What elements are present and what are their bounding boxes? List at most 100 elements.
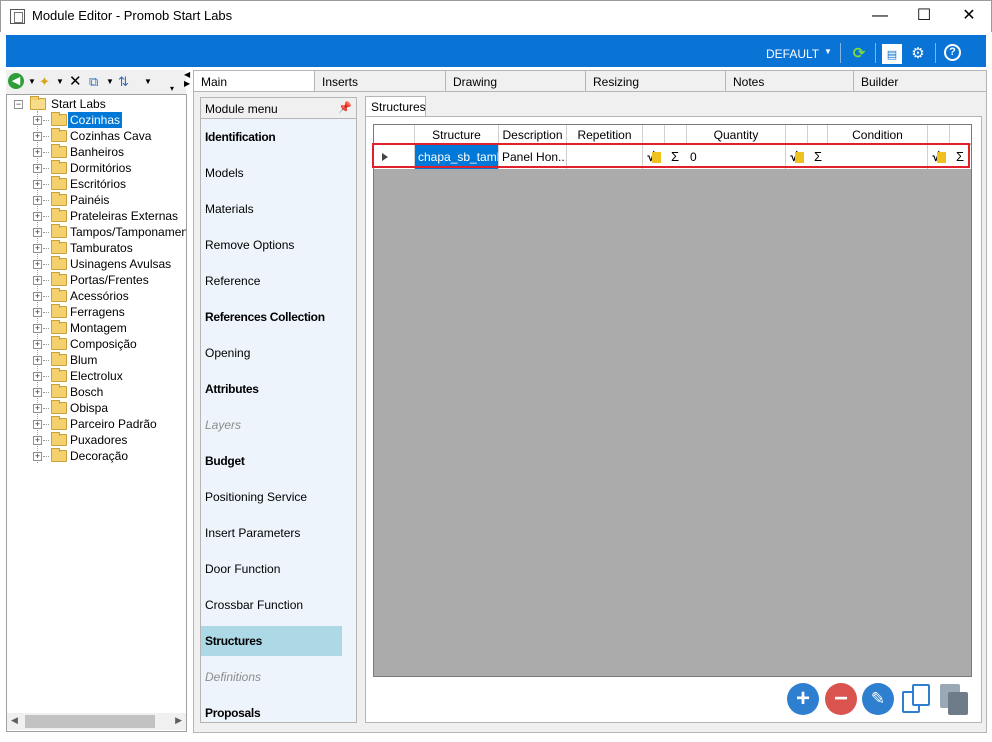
- tree-item-label: Painéis: [70, 193, 110, 207]
- minimize-button[interactable]: —: [857, 1, 903, 31]
- expand-icon[interactable]: +: [33, 308, 42, 317]
- expand-icon[interactable]: +: [33, 228, 42, 237]
- menu-item-crossbar-function[interactable]: Crossbar Function: [201, 590, 342, 620]
- menu-item-structures[interactable]: Structures: [201, 626, 342, 656]
- menu-item-reference[interactable]: Reference: [201, 266, 342, 296]
- tree-item-label: Acessórios: [70, 289, 129, 303]
- tree-item-label: Cozinhas Cava: [70, 129, 152, 143]
- column-formula: [928, 125, 950, 144]
- tab-inserts[interactable]: Inserts: [314, 70, 446, 92]
- chevron-down-icon[interactable]: ▼: [28, 73, 36, 91]
- close-button[interactable]: ✕: [946, 1, 992, 31]
- add-structure-button[interactable]: +: [787, 683, 819, 715]
- expand-icon[interactable]: +: [33, 132, 42, 141]
- menu-item-positioning-service[interactable]: Positioning Service: [201, 482, 342, 512]
- menu-item-materials[interactable]: Materials: [201, 194, 342, 224]
- expand-icon[interactable]: +: [33, 388, 42, 397]
- tab-resizing[interactable]: Resizing: [585, 70, 726, 92]
- expand-icon[interactable]: +: [33, 404, 42, 413]
- menu-item-identification[interactable]: Identification: [201, 122, 342, 152]
- tab-drawing[interactable]: Drawing: [445, 70, 586, 92]
- expand-icon[interactable]: +: [33, 244, 42, 253]
- tree-guide: [43, 120, 49, 121]
- menu-item-insert-parameters[interactable]: Insert Parameters: [201, 518, 342, 548]
- edit-icon[interactable]: ✎: [862, 683, 894, 715]
- menu-item-opening[interactable]: Opening: [201, 338, 342, 368]
- row-highlight-box: [372, 143, 970, 168]
- menu-item-proposals[interactable]: Proposals: [201, 698, 342, 722]
- scroll-thumb[interactable]: [25, 715, 155, 728]
- expand-icon[interactable]: +: [33, 164, 42, 173]
- expand-icon[interactable]: +: [33, 452, 42, 461]
- chevron-down-icon[interactable]: ▼: [56, 73, 64, 91]
- column-structure[interactable]: Structure: [415, 125, 499, 144]
- scroll-left-icon[interactable]: ◀: [11, 715, 18, 726]
- copy-icon[interactable]: ⧉: [89, 73, 98, 91]
- tab-builder[interactable]: Builder: [853, 70, 987, 92]
- tree-guide: [43, 216, 49, 217]
- tree-guide: [43, 232, 49, 233]
- paste-structure-icon[interactable]: [938, 683, 970, 715]
- expand-icon[interactable]: +: [33, 372, 42, 381]
- tab-structures[interactable]: Structures: [365, 96, 426, 117]
- delete-icon[interactable]: ✕: [69, 73, 82, 91]
- chevron-down-icon[interactable]: ▼: [144, 73, 152, 91]
- collapse-icon[interactable]: −: [14, 100, 23, 109]
- column-quantity[interactable]: Quantity: [687, 125, 786, 144]
- collapse-panel-icon[interactable]: ◀ ▶: [184, 70, 192, 90]
- menu-item-budget[interactable]: Budget: [201, 446, 342, 476]
- tree-guide: [43, 296, 49, 297]
- column-repetition[interactable]: Repetition: [567, 125, 643, 144]
- separator: [935, 43, 936, 63]
- chevron-down-icon[interactable]: ▼: [824, 47, 832, 56]
- panel-layout-icon[interactable]: ▤: [882, 44, 902, 64]
- expand-icon[interactable]: +: [33, 292, 42, 301]
- expand-icon[interactable]: +: [33, 148, 42, 157]
- sort-icon[interactable]: ⇅: [118, 73, 129, 91]
- tree-guide: [43, 168, 49, 169]
- tab-main[interactable]: Main: [193, 70, 315, 93]
- menu-item-models[interactable]: Models: [201, 158, 342, 188]
- menu-item-remove-options[interactable]: Remove Options: [201, 230, 342, 260]
- gear-icon[interactable]: ⚙: [908, 44, 928, 64]
- expand-icon[interactable]: +: [33, 356, 42, 365]
- tree-item-label: Banheiros: [70, 145, 125, 159]
- expand-icon[interactable]: +: [33, 116, 42, 125]
- remove-structure-button[interactable]: −: [825, 683, 857, 715]
- expand-icon[interactable]: +: [33, 420, 42, 429]
- new-item-icon[interactable]: ✦: [39, 73, 50, 91]
- refresh-icon[interactable]: ⟳: [849, 44, 869, 64]
- maximize-button[interactable]: ☐: [901, 1, 947, 31]
- tab-notes[interactable]: Notes: [725, 70, 854, 92]
- expand-icon[interactable]: +: [33, 324, 42, 333]
- back-icon[interactable]: ◀: [8, 73, 24, 89]
- tree-guide: [43, 424, 49, 425]
- profile-dropdown[interactable]: DEFAULT: [766, 47, 819, 61]
- folder-icon: [51, 400, 67, 414]
- expand-icon[interactable]: +: [33, 180, 42, 189]
- menu-item-door-function[interactable]: Door Function: [201, 554, 342, 584]
- folder-icon: [51, 288, 67, 302]
- expand-icon[interactable]: +: [33, 260, 42, 269]
- menu-item-references-collection[interactable]: References Collection: [201, 302, 342, 332]
- tree-guide: [43, 280, 49, 281]
- column-formula: [786, 125, 808, 144]
- folder-icon: [51, 224, 67, 238]
- expand-icon[interactable]: +: [33, 212, 42, 221]
- help-icon[interactable]: ?: [944, 44, 961, 61]
- expand-icon[interactable]: +: [33, 436, 42, 445]
- expand-icon[interactable]: +: [33, 196, 42, 205]
- scroll-right-icon[interactable]: ▶: [175, 715, 182, 726]
- copy-structure-icon[interactable]: [900, 683, 932, 715]
- tree-hscrollbar[interactable]: ◀ ▶: [7, 713, 186, 730]
- pin-icon[interactable]: 📌: [338, 101, 352, 114]
- expand-icon[interactable]: +: [33, 340, 42, 349]
- module-tree[interactable]: − Start Labs + Cozinhas + Cozinhas Cava + Ban…: [6, 94, 187, 732]
- expand-icon[interactable]: +: [33, 276, 42, 285]
- tree-item-label: Composição: [70, 337, 137, 351]
- menu-item-attributes[interactable]: Attributes: [201, 374, 342, 404]
- column-condition[interactable]: Condition: [828, 125, 928, 144]
- column-description[interactable]: Description: [499, 125, 567, 144]
- chevron-down-icon[interactable]: ▼: [106, 73, 114, 91]
- tree-guide: [43, 456, 49, 457]
